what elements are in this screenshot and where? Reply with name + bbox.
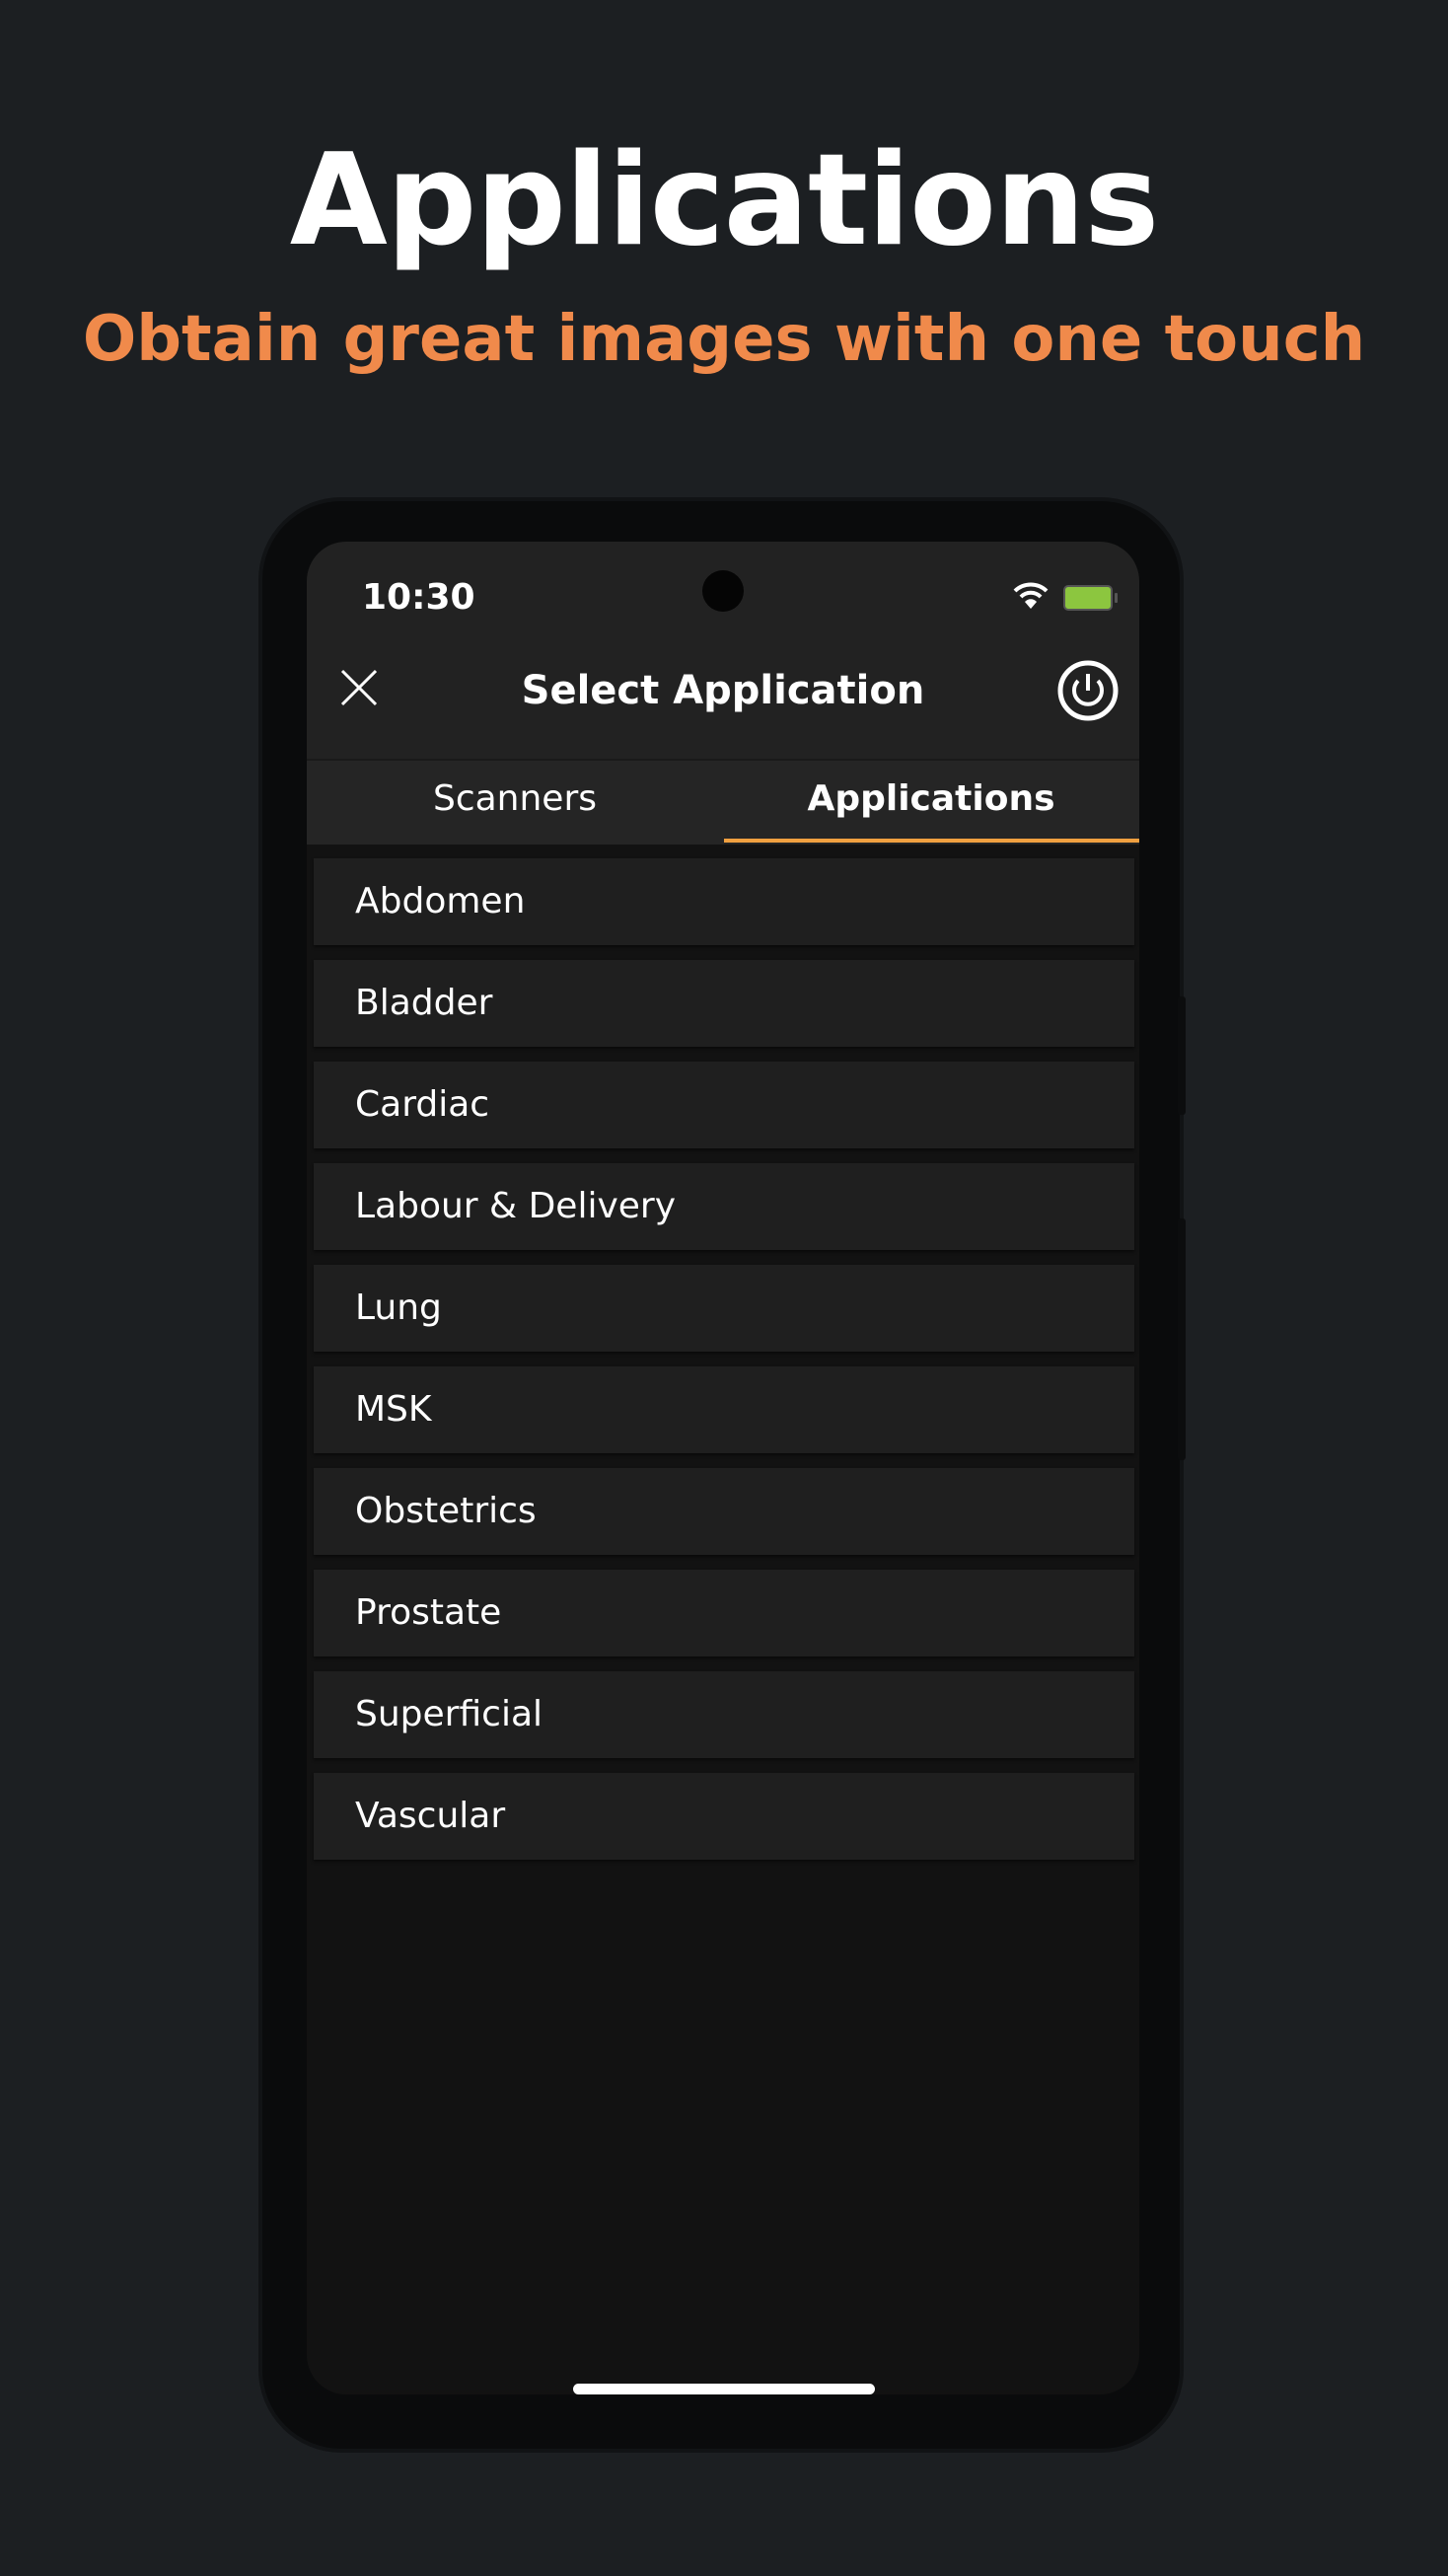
- list-item-labour-delivery[interactable]: Labour & Delivery: [314, 1163, 1134, 1250]
- list-item-obstetrics[interactable]: Obstetrics: [314, 1468, 1134, 1555]
- camera-cutout: [702, 570, 744, 612]
- hero-title: Applications: [289, 127, 1160, 274]
- wifi-icon: [1013, 582, 1049, 609]
- list-item-msk[interactable]: MSK: [314, 1366, 1134, 1453]
- status-time: 10:30: [362, 577, 475, 618]
- tab-active-indicator: [724, 839, 1139, 843]
- list-item-bladder[interactable]: Bladder: [314, 960, 1134, 1047]
- tab-applications[interactable]: Applications: [723, 761, 1139, 845]
- phone-screen: 10:30 Select Application Scanners Applic…: [307, 542, 1139, 2394]
- list-item-cardiac[interactable]: Cardiac: [314, 1062, 1134, 1148]
- side-button: [1178, 1218, 1186, 1460]
- tab-bar: Scanners Applications: [307, 759, 1139, 845]
- header-title: Select Application: [521, 668, 925, 713]
- application-list: Abdomen Bladder Cardiac Labour & Deliver…: [314, 858, 1134, 1875]
- tab-scanners[interactable]: Scanners: [307, 761, 723, 845]
- list-item-vascular[interactable]: Vascular: [314, 1773, 1134, 1860]
- list-item-superficial[interactable]: Superficial: [314, 1671, 1134, 1758]
- hero-subtitle: Obtain great images with one touch: [82, 303, 1366, 376]
- power-icon[interactable]: [1056, 659, 1120, 722]
- list-item-abdomen[interactable]: Abdomen: [314, 858, 1134, 945]
- list-item-lung[interactable]: Lung: [314, 1265, 1134, 1352]
- home-indicator[interactable]: [573, 2384, 875, 2394]
- list-item-prostate[interactable]: Prostate: [314, 1570, 1134, 1656]
- battery-icon: [1063, 585, 1118, 611]
- top-bar: 10:30 Select Application: [307, 542, 1139, 759]
- side-button: [1178, 996, 1186, 1115]
